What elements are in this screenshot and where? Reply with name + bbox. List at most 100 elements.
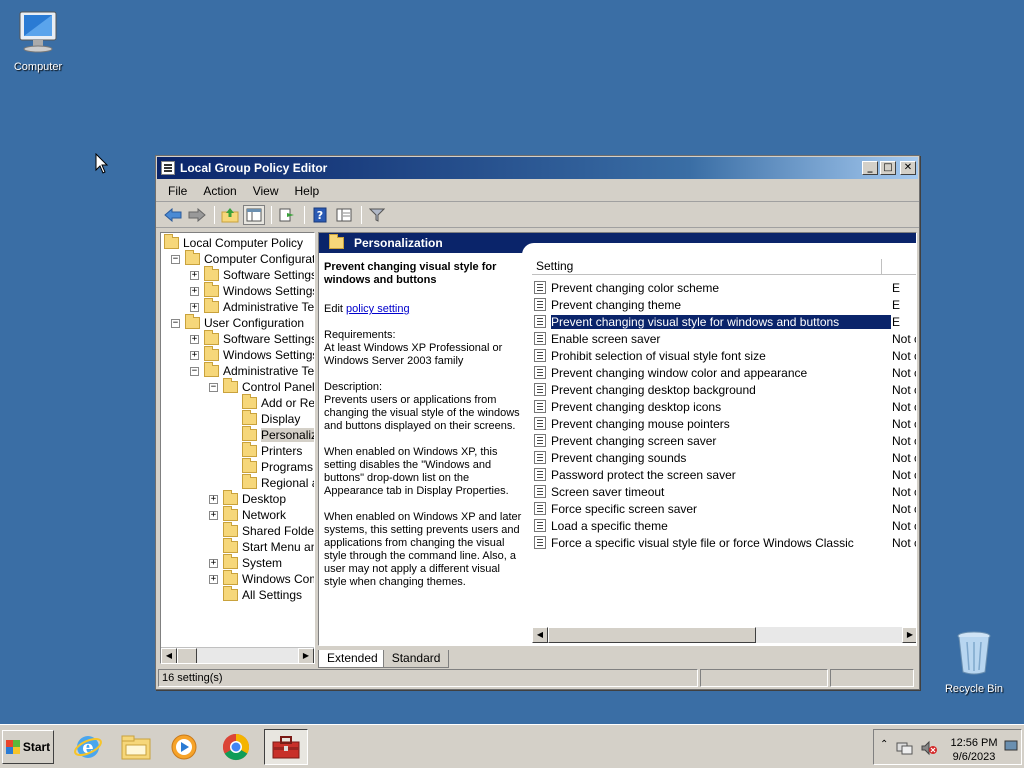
scrollbar-thumb[interactable] (177, 648, 197, 663)
tree-node[interactable]: + Administrative Tem (190, 298, 314, 315)
collapse-icon[interactable]: − (209, 382, 218, 392)
tree-node[interactable]: Add or Ren (228, 394, 314, 411)
expand-icon[interactable]: + (209, 558, 218, 568)
column-setting[interactable]: Setting (532, 259, 882, 275)
tree-node[interactable]: − Computer Configuratio (171, 250, 314, 267)
list-header: Setting (532, 259, 916, 275)
tree-node[interactable]: − Administrative Tem (190, 362, 314, 379)
tree-node[interactable]: Regional ar (228, 474, 314, 491)
tree-node[interactable]: + Windows Settings (190, 282, 314, 299)
tree-horizontal-scrollbar[interactable]: ◀ ▶ (161, 647, 314, 663)
expand-icon[interactable]: + (209, 574, 218, 584)
tab-extended[interactable]: Extended (318, 650, 387, 668)
tree-node[interactable]: − Control Panel (209, 378, 314, 395)
clock[interactable]: 12:56 PM 9/6/2023 (946, 736, 1002, 764)
tree-node[interactable]: + Desktop (209, 490, 286, 507)
menu-file[interactable]: File (162, 182, 193, 200)
filter-button[interactable] (366, 205, 388, 225)
setting-row[interactable]: Prevent changing sounds Not c (534, 449, 916, 466)
export-list-button[interactable] (276, 205, 298, 225)
setting-row[interactable]: Prevent changing desktop background Not c (534, 381, 916, 398)
scroll-left-button[interactable]: ◀ (161, 648, 177, 663)
tree-node[interactable]: Start Menu and (209, 538, 314, 555)
horizontal-scrollbar[interactable]: ◀ ▶ (532, 627, 916, 643)
setting-row[interactable]: Prevent changing screen saver Not c (534, 432, 916, 449)
scrollbar-thumb[interactable] (548, 627, 756, 643)
edit-policy-line: Edit policy setting (324, 303, 524, 316)
setting-row[interactable]: Prevent changing color scheme E (534, 279, 916, 296)
up-one-level-button[interactable] (219, 205, 241, 225)
taskbar-group-policy-editor[interactable] (264, 729, 308, 765)
back-button[interactable] (162, 205, 184, 225)
setting-row[interactable]: Screen saver timeout Not c (534, 483, 916, 500)
title-bar[interactable]: Local Group Policy Editor _ □ ✕ (157, 157, 918, 179)
taskbar-file-explorer[interactable] (114, 729, 158, 765)
setting-row[interactable]: Force a specific visual style file or fo… (534, 534, 916, 551)
scroll-right-button[interactable]: ▶ (298, 648, 314, 663)
network-icon[interactable] (896, 740, 914, 756)
tree-node[interactable]: + Software Settings (190, 330, 314, 347)
forward-arrow-icon (188, 207, 206, 222)
show-hide-tree-button[interactable] (243, 204, 265, 225)
setting-row[interactable]: Prevent changing mouse pointers Not c (534, 415, 916, 432)
setting-row[interactable]: Load a specific theme Not c (534, 517, 916, 534)
start-button[interactable]: Start (2, 730, 54, 764)
setting-row[interactable]: Force specific screen saver Not c (534, 500, 916, 517)
expand-icon[interactable]: + (190, 270, 199, 280)
tree-node[interactable]: + Windows Settings (190, 346, 314, 363)
menu-action[interactable]: Action (197, 182, 242, 200)
menu-view[interactable]: View (247, 182, 285, 200)
tree-node[interactable]: + Network (209, 506, 286, 523)
tree-node[interactable]: All Settings (209, 586, 302, 603)
show-hidden-icons-icon[interactable]: ⌃ (880, 739, 888, 750)
tree-node[interactable]: Local Computer Policy (164, 234, 303, 251)
maximize-button[interactable]: □ (880, 161, 896, 175)
collapse-icon[interactable]: − (171, 254, 180, 264)
tree-node[interactable]: Display (228, 410, 300, 427)
desktop-icon-computer[interactable]: Computer (0, 10, 76, 73)
collapse-icon[interactable]: − (171, 318, 180, 328)
tree-node[interactable]: − User Configuration (171, 314, 304, 331)
tree-node[interactable]: Programs (228, 458, 313, 475)
taskbar-chrome[interactable] (214, 729, 258, 765)
expand-icon[interactable]: + (190, 302, 199, 312)
setting-row[interactable]: Enable screen saver Not c (534, 330, 916, 347)
tree-node[interactable]: + System (209, 554, 282, 571)
close-button[interactable]: ✕ (900, 161, 916, 175)
expand-icon[interactable]: + (190, 334, 199, 344)
show-desktop-icon[interactable] (1004, 740, 1018, 752)
scroll-right-button[interactable]: ▶ (902, 627, 916, 643)
expand-icon[interactable]: + (209, 494, 218, 504)
taskbar-internet-explorer[interactable]: e (66, 729, 110, 765)
tab-standard[interactable]: Standard (382, 650, 450, 668)
desktop-icon-recycle-bin[interactable]: Recycle Bin (936, 630, 1012, 695)
collapse-icon[interactable]: − (190, 366, 199, 376)
scroll-left-button[interactable]: ◀ (532, 627, 548, 643)
policy-setting-link[interactable]: policy setting (346, 303, 410, 315)
tree-node[interactable]: Printers (228, 442, 302, 459)
menu-help[interactable]: Help (289, 182, 326, 200)
setting-row[interactable]: Prevent changing desktop icons Not c (534, 398, 916, 415)
tree-node[interactable]: Shared Folders (209, 522, 314, 539)
taskbar-media-player[interactable] (162, 729, 206, 765)
setting-row[interactable]: Prevent changing theme E (534, 296, 916, 313)
setting-row[interactable]: Prevent changing visual style for window… (534, 313, 916, 330)
expand-icon[interactable]: + (209, 510, 218, 520)
setting-row[interactable]: Prohibit selection of visual style font … (534, 347, 916, 364)
computer-icon (0, 10, 76, 57)
group-policy-editor-window: Local Group Policy Editor _ □ ✕ File Act… (155, 155, 920, 690)
setting-row[interactable]: Password protect the screen saver Not c (534, 466, 916, 483)
setting-name: Prevent changing desktop icons (551, 399, 722, 414)
setting-row[interactable]: Prevent changing window color and appear… (534, 364, 916, 381)
help-button[interactable]: ? (309, 205, 331, 225)
expand-icon[interactable]: + (190, 286, 199, 296)
volume-muted-icon[interactable] (920, 740, 938, 756)
minimize-button[interactable]: _ (862, 161, 878, 175)
console-tree[interactable]: Local Computer Policy − Computer Configura… (160, 232, 315, 664)
tree-node[interactable]: + Windows Comp (209, 570, 314, 587)
tree-node[interactable]: + Software Settings (190, 266, 314, 283)
expand-icon[interactable]: + (190, 350, 199, 360)
tree-node[interactable]: Personaliza (228, 426, 314, 443)
forward-button[interactable] (186, 205, 208, 225)
show-extended-view-button[interactable] (333, 205, 355, 225)
